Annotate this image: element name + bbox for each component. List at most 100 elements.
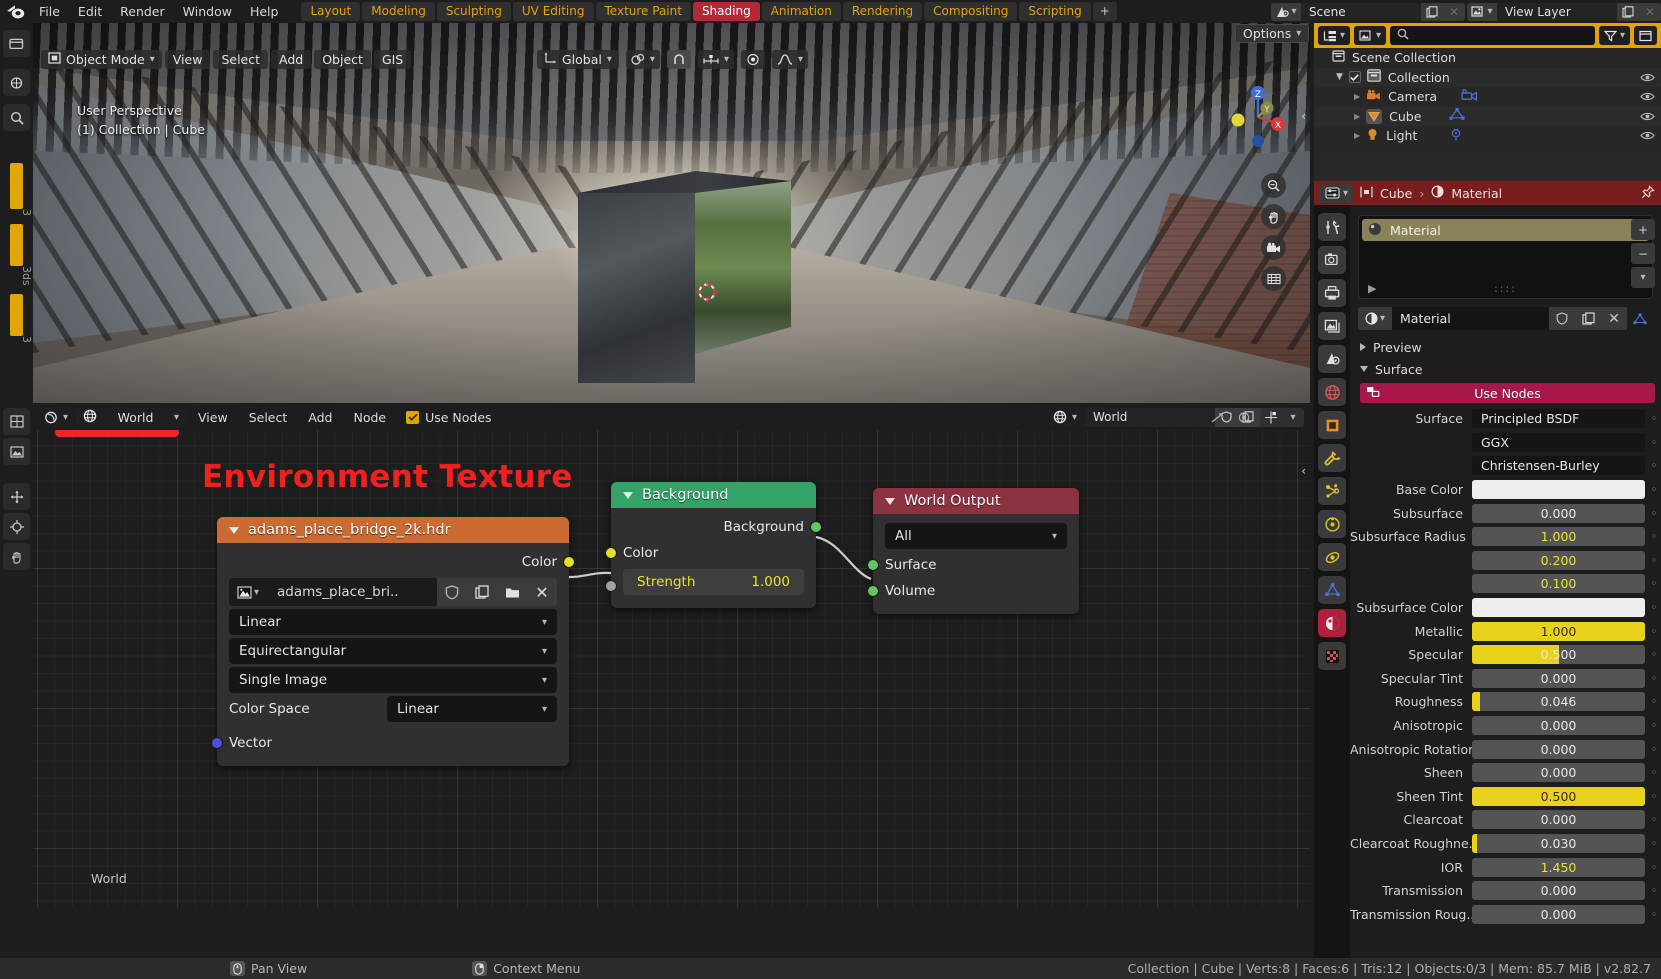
socket-color-output[interactable] <box>563 556 575 568</box>
zoom-icon[interactable] <box>3 104 30 131</box>
viewport-menu-object[interactable]: Object <box>314 49 371 69</box>
scrollbar-segment-2[interactable] <box>10 224 23 266</box>
particles-tab[interactable] <box>1318 477 1346 505</box>
proportional-edit-icon[interactable] <box>740 49 765 69</box>
new-collection-icon[interactable] <box>1634 26 1657 45</box>
list-resize-grip[interactable]: ▶ :::: <box>1359 282 1652 295</box>
camera-view-icon[interactable] <box>1261 235 1286 260</box>
unlink-x-icon[interactable]: ✕ <box>527 578 557 606</box>
colorspace-dropdown[interactable]: Linear ▾ <box>387 696 557 722</box>
workspace-tab-compositing[interactable]: Compositing <box>924 2 1018 21</box>
node-header[interactable]: Background <box>611 482 816 508</box>
zoom-view-icon[interactable] <box>1261 173 1286 198</box>
expand-triangle-icon[interactable]: ▶ <box>1368 282 1378 295</box>
expand-triangle-icon[interactable]: ▼ <box>1336 72 1343 82</box>
property-value[interactable]: 0.000 <box>1472 810 1645 830</box>
menu-file[interactable]: File <box>30 0 69 23</box>
material-icon[interactable]: ▾ <box>1358 307 1392 330</box>
visibility-eye-icon[interactable] <box>1640 110 1655 125</box>
scene-datablock[interactable]: ▾ Scene ✕ <box>1271 2 1465 21</box>
hand-tool-icon[interactable] <box>3 543 30 570</box>
view-layer-name[interactable]: View Layer <box>1497 2 1617 21</box>
outliner-row-light[interactable]: ▶ Light <box>1314 126 1661 146</box>
node-environment-texture[interactable]: adams_place_bridge_2k.hdr Color ▾ adams_… <box>211 517 575 766</box>
image-datablock-icon[interactable]: ▾ <box>229 578 267 606</box>
hand-pan-icon[interactable] <box>1261 204 1286 229</box>
data-tab[interactable] <box>1318 576 1346 604</box>
menu-window[interactable]: Window <box>174 0 241 23</box>
render-icon[interactable] <box>3 69 30 96</box>
animate-dot-icon[interactable]: ◦ <box>1647 669 1661 688</box>
panel-preview[interactable]: Preview <box>1350 336 1661 358</box>
workspace-tab-uv-editing[interactable]: UV Editing <box>512 2 594 21</box>
new-copy-icon[interactable] <box>467 578 497 606</box>
collapse-triangle-icon[interactable] <box>885 497 895 505</box>
unlink-scene-icon[interactable]: ✕ <box>1443 2 1465 21</box>
breadcrumb-object[interactable]: Cube <box>1380 186 1412 201</box>
image-name-field[interactable]: adams_place_bri.. <box>267 578 437 606</box>
new-copy-icon[interactable] <box>1575 307 1601 330</box>
properties-editor-type-button[interactable]: ▾ <box>1320 183 1354 203</box>
property-value[interactable]: 0.200 <box>1472 550 1645 570</box>
workspace-tab-texture-paint[interactable]: Texture Paint <box>595 2 691 21</box>
property-value[interactable]: 0.046 <box>1472 692 1645 712</box>
animate-dot-icon[interactable]: ◦ <box>1647 504 1661 523</box>
texture-tab[interactable] <box>1318 642 1346 670</box>
outliner-filter-button[interactable]: ▾ <box>1598 26 1630 45</box>
material-datablock-row[interactable]: ▾ Material ✕ <box>1358 307 1653 330</box>
properties-editor[interactable]: ▾ Cube › Material Material ▶:::: + − ▾ … <box>1314 181 1661 958</box>
visibility-eye-icon[interactable] <box>1640 129 1655 144</box>
camera-data-icon[interactable] <box>1461 89 1478 104</box>
modifier-tab[interactable] <box>1318 444 1346 472</box>
socket-strength-input[interactable] <box>605 580 617 592</box>
new-scene-icon[interactable] <box>1421 2 1443 21</box>
outliner-row-collection[interactable]: ▼ Collection <box>1314 67 1661 87</box>
node-header[interactable]: World Output <box>873 488 1079 514</box>
shader-sidebar-toggle[interactable]: ‹ <box>1301 464 1306 478</box>
base-color-swatch[interactable] <box>1472 480 1645 500</box>
pin-icon[interactable] <box>1641 184 1655 202</box>
strength-slider[interactable]: Strength 1.000 <box>623 569 804 595</box>
viewport-menu-gis[interactable]: GIS <box>373 49 412 69</box>
expand-triangle-icon[interactable]: ▶ <box>1354 92 1360 101</box>
animate-dot-icon[interactable]: ◦ <box>1647 692 1661 711</box>
property-value[interactable]: 0.500 <box>1472 645 1645 665</box>
expand-triangle-icon[interactable] <box>1360 343 1366 351</box>
slot-specials-icon[interactable]: ▾ <box>1631 267 1655 288</box>
animate-dot-icon[interactable]: ◦ <box>1647 409 1661 428</box>
animate-dot-icon[interactable]: ◦ <box>1647 858 1661 877</box>
property-value[interactable]: 0.000 <box>1472 503 1645 523</box>
property-value[interactable]: 0.030 <box>1472 833 1645 853</box>
expand-triangle-icon[interactable]: ▶ <box>1354 131 1360 140</box>
material-tab[interactable] <box>1318 609 1346 637</box>
outliner-row-camera[interactable]: ▶ Camera <box>1314 87 1661 107</box>
shader-menu-add[interactable]: Add <box>299 408 341 427</box>
fake-user-shield-icon[interactable] <box>1549 307 1575 330</box>
scene-name[interactable]: Scene <box>1301 2 1421 21</box>
source-dropdown[interactable]: Single Image ▾ <box>229 667 557 693</box>
outliner-row-scene-collection[interactable]: Scene Collection <box>1314 48 1661 68</box>
chevron-down-icon[interactable]: ▾ <box>1282 408 1304 427</box>
property-value[interactable]: 0.000 <box>1472 881 1645 901</box>
animate-dot-icon[interactable]: ◦ <box>1647 433 1661 452</box>
property-value[interactable]: 1.450 <box>1472 857 1645 877</box>
shader-menu-view[interactable]: View <box>189 408 237 427</box>
panel-surface[interactable]: Surface <box>1350 358 1661 380</box>
shader-menu-select[interactable]: Select <box>240 408 297 427</box>
animate-dot-icon[interactable]: ◦ <box>1647 645 1661 664</box>
socket-volume-input[interactable] <box>867 585 879 597</box>
animate-dot-icon[interactable]: ◦ <box>1647 716 1661 735</box>
material-name-field[interactable]: Material <box>1392 307 1549 330</box>
mesh-data-icon[interactable] <box>1449 108 1466 124</box>
property-value[interactable]: Christensen-Burley <box>1472 456 1645 476</box>
shader-editor[interactable]: ▾ World ▾ View Select Add Node Use Nodes <box>33 404 1310 908</box>
fake-user-shield-icon[interactable] <box>437 578 467 606</box>
blender-logo-icon[interactable] <box>0 0 30 23</box>
image-datablock-row[interactable]: ▾ adams_place_bri.. ✕ <box>229 578 557 606</box>
move-tool-icon[interactable] <box>3 483 30 510</box>
proportional-falloff-selector[interactable]: ▾ <box>771 49 808 69</box>
material-slot-list[interactable]: Material ▶ :::: <box>1358 215 1653 299</box>
transform-orientation-selector[interactable]: Global ▾ <box>537 49 619 69</box>
workspace-tab-layout[interactable]: Layout <box>301 2 361 21</box>
menu-edit[interactable]: Edit <box>69 0 111 23</box>
